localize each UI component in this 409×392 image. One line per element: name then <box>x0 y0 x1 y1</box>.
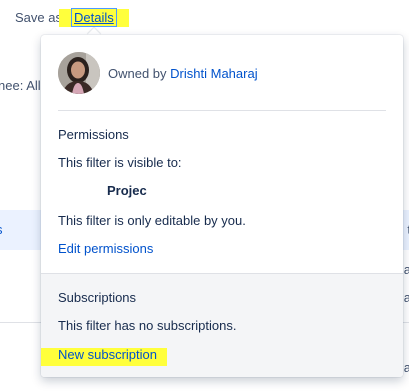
details-link[interactable]: Details <box>71 8 117 27</box>
issue-row-partial-right: a <box>403 262 409 277</box>
user-avatar-photo-icon <box>58 52 100 94</box>
owner-row: Owned by Drishti Maharaj <box>58 52 258 94</box>
permissions-heading: Permissions <box>58 127 129 142</box>
filter-details-popup: Owned by Drishti Maharaj Permissions Thi… <box>41 35 403 377</box>
owned-by-prefix: Owned by <box>108 65 167 81</box>
save-as-button[interactable]: Save as <box>15 10 62 25</box>
visible-to-label: This filter is visible to: <box>58 155 182 170</box>
section-divider <box>58 110 386 111</box>
assignee-filter-partial[interactable]: nee: All <box>0 78 41 93</box>
no-subscriptions-text: This filter has no subscriptions. <box>58 318 237 333</box>
edit-permissions-link[interactable]: Edit permissions <box>58 241 153 256</box>
issue-row-partial-right: a <box>403 290 409 305</box>
filter-header-bar: Save as Details <box>0 0 409 36</box>
issue-row-partial-text: s <box>0 222 3 237</box>
new-subscription-link[interactable]: New subscription <box>58 347 157 362</box>
subscriptions-section: Subscriptions This filter has no subscri… <box>41 273 403 377</box>
editable-by-text: This filter is only editable by you. <box>58 213 246 228</box>
user-avatar[interactable] <box>58 52 100 94</box>
owner-label: Owned by Drishti Maharaj <box>108 66 258 81</box>
owner-name-link[interactable]: Drishti Maharaj <box>170 66 257 81</box>
subscriptions-heading: Subscriptions <box>58 290 137 305</box>
issue-row-partial-right: a <box>403 360 409 375</box>
shared-project-name: Projec <box>107 183 147 198</box>
